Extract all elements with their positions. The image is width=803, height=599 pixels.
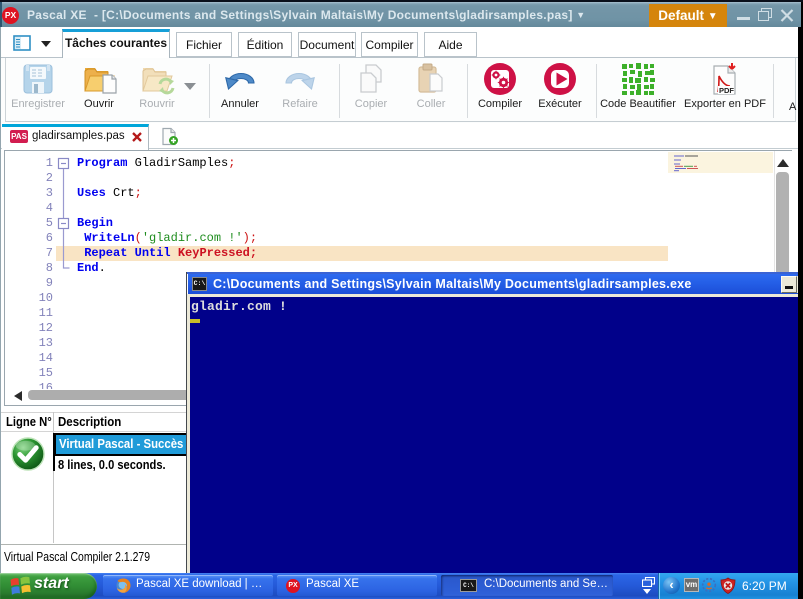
svg-text:PDF: PDF [719,86,734,95]
